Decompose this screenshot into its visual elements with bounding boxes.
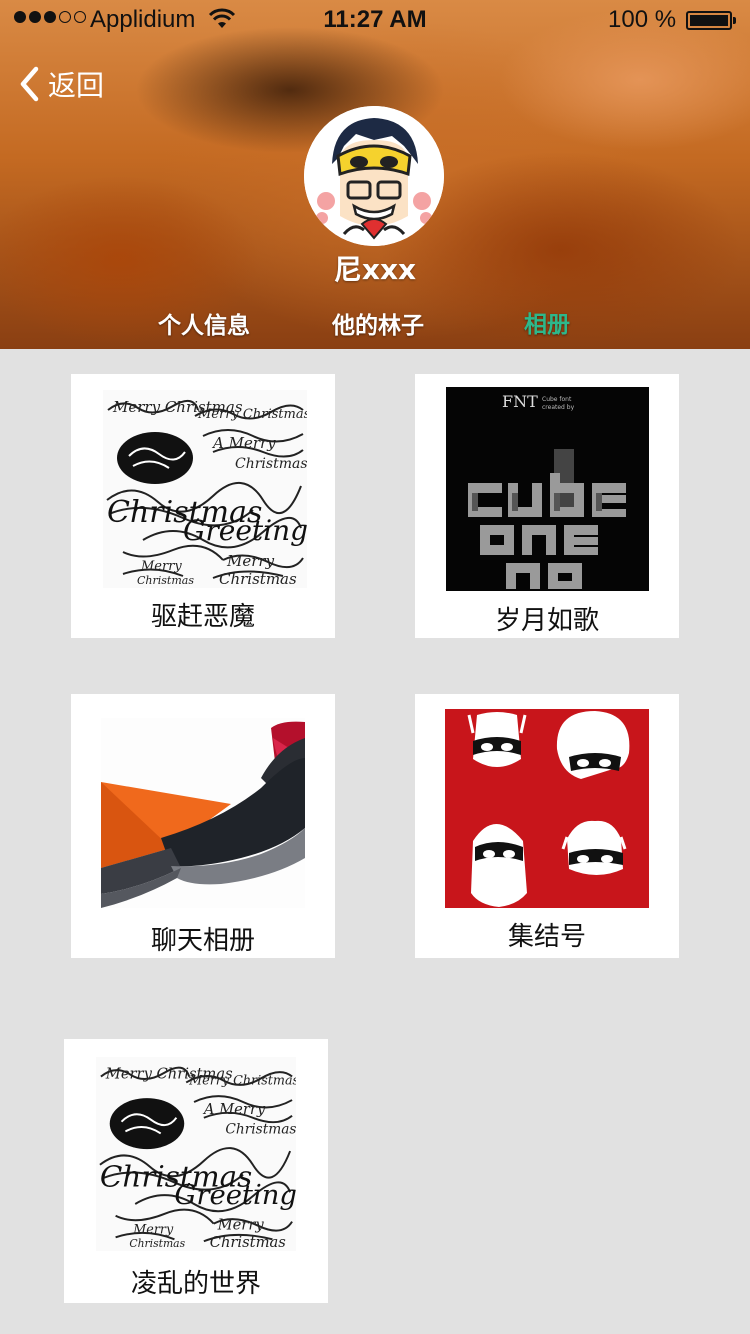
album-card[interactable]: 集结号 xyxy=(415,694,679,958)
svg-text:created by: created by xyxy=(542,404,575,411)
battery-icon xyxy=(686,11,736,30)
chevron-left-icon xyxy=(20,66,39,102)
profile-header: Applidium 11:27 AM 100 % 返回 尼xxx 个人信息 他的… xyxy=(0,0,750,349)
back-label: 返回 xyxy=(48,69,105,102)
album-cover-image: FNT Cube font created by xyxy=(446,387,649,591)
album-title: 凌乱的世界 xyxy=(130,1269,261,1299)
album-card[interactable]: FNT Cube font created by 岁月如歌 xyxy=(415,374,679,638)
svg-text:Christmas: Christmas xyxy=(225,1121,296,1137)
svg-text:Christmas: Christmas xyxy=(219,570,297,588)
album-cover-image: Merry Christmas Merry Christmas A Merry … xyxy=(96,1055,296,1253)
cartoon-avatar-icon xyxy=(304,106,444,246)
album-title: 岁月如歌 xyxy=(494,606,599,636)
album-card[interactable]: Merry Christmas Merry Christmas A Merry … xyxy=(71,374,335,638)
svg-text:Christmas: Christmas xyxy=(210,1234,287,1251)
svg-text:Merry Christmas: Merry Christmas xyxy=(197,407,307,422)
album-card[interactable]: Merry Christmas Merry Christmas A Merry … xyxy=(64,1039,328,1303)
status-bar: Applidium 11:27 AM 100 % xyxy=(0,0,750,40)
album-cover-image: Merry Christmas Merry Christmas A Merry … xyxy=(103,390,307,588)
svg-text:Merry: Merry xyxy=(217,1216,265,1233)
svg-text:A Merry: A Merry xyxy=(202,1101,266,1118)
svg-text:Cube font: Cube font xyxy=(542,396,572,403)
svg-text:A Merry: A Merry xyxy=(211,434,276,452)
svg-text:Merry: Merry xyxy=(226,552,275,570)
svg-text:Christmas: Christmas xyxy=(137,574,194,587)
battery-percentage: 100 % xyxy=(608,6,677,33)
album-card[interactable]: 聊天相册 xyxy=(71,694,335,958)
album-cover-image xyxy=(101,718,305,908)
back-button[interactable]: 返回 xyxy=(18,64,104,104)
profile-name: 尼xxx xyxy=(333,253,417,286)
svg-text:Merry: Merry xyxy=(140,559,182,574)
svg-text:Greetings: Greetings xyxy=(183,514,307,547)
tab-personal-info[interactable]: 个人信息 xyxy=(158,306,250,340)
tab-his-forest[interactable]: 他的林子 xyxy=(332,306,424,340)
album-cover-image xyxy=(445,709,649,908)
album-title: 聊天相册 xyxy=(150,926,255,956)
album-title: 集结号 xyxy=(507,922,586,952)
svg-text:Merry Christmas: Merry Christmas xyxy=(188,1073,296,1088)
svg-text:Christmas: Christmas xyxy=(235,456,307,472)
svg-text:Christmas: Christmas xyxy=(129,1237,185,1250)
svg-text:Merry: Merry xyxy=(132,1222,174,1237)
tab-album[interactable]: 相册 xyxy=(524,305,570,339)
album-title: 驱赶恶魔 xyxy=(150,602,255,632)
avatar[interactable] xyxy=(304,106,444,246)
svg-text:Greetings: Greetings xyxy=(174,1180,296,1211)
svg-text:FNT: FNT xyxy=(502,392,538,411)
